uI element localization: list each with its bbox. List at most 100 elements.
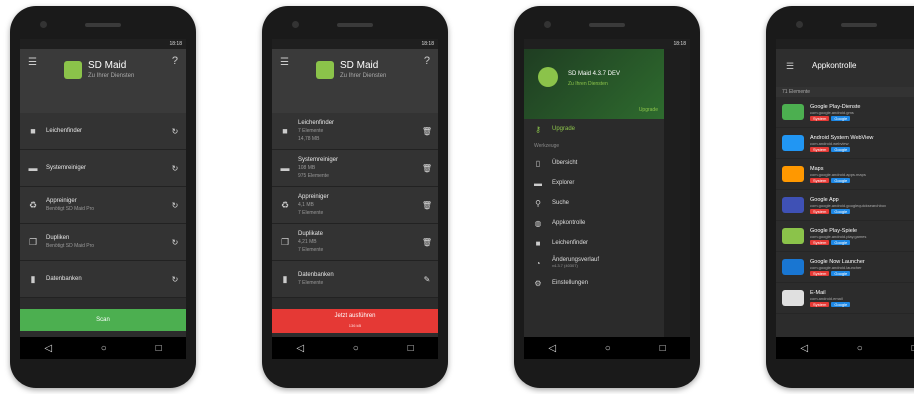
recents-icon[interactable]: □ <box>660 343 666 354</box>
app-package: com.google.android.gms <box>810 109 854 115</box>
app-icon <box>782 259 804 275</box>
search-icon: ⚲ <box>535 198 541 208</box>
refresh-icon[interactable]: ↻ <box>164 201 186 210</box>
speaker <box>337 23 373 27</box>
trash-icon[interactable]: 🗑 <box>416 164 438 173</box>
gear-icon: ⚙ <box>534 278 542 288</box>
app-icon <box>782 290 804 306</box>
app-row[interactable]: Google Play-Dienste com.google.android.gm… <box>776 97 914 128</box>
tag-google: Google <box>831 208 851 214</box>
brush-icon[interactable]: ✎ <box>416 275 438 284</box>
row-label: Appreiniger <box>298 194 329 200</box>
screen: 18:18 ☰ SD Maid Zu Ihrer Diensten ? ■ Le… <box>272 39 438 359</box>
app-list: Google Play-Dienste com.google.android.gm… <box>776 97 914 314</box>
drawer-item-overview[interactable]: ▯ Übersicht <box>524 153 664 173</box>
tag-google: Google <box>831 239 851 245</box>
tool-row-appcleaner[interactable]: ♻ Appreiniger 4,1 MB 7 Elemente 🗑 <box>272 187 438 224</box>
nav-bar: ◁ ○ □ <box>20 337 186 359</box>
tool-row-systemcleaner[interactable]: ▬ Systemreiniger ↻ <box>20 150 186 187</box>
home-icon[interactable]: ○ <box>101 343 107 354</box>
drawer-item-upgrade[interactable]: ⚷ Upgrade <box>524 119 664 139</box>
app-row[interactable]: Android System WebView com.android.webvie… <box>776 128 914 159</box>
back-icon[interactable]: ◁ <box>548 343 556 354</box>
menu-icon[interactable]: ☰ <box>280 57 289 68</box>
duplicate-icon: ❐ <box>28 236 38 247</box>
app-row[interactable]: Maps com.google.android.apps.maps System Go… <box>776 159 914 190</box>
menu-icon[interactable]: ☰ <box>28 57 37 68</box>
app-row[interactable]: Google Now Launcher com.google.android.la… <box>776 252 914 283</box>
app-icon <box>782 166 804 182</box>
app-subtitle: Zu Ihrer Diensten <box>88 73 135 79</box>
menu-icon[interactable]: ☰ <box>786 61 794 72</box>
home-icon[interactable]: ○ <box>605 343 611 354</box>
drawer-item-changelog[interactable]: ◔ Änderungsverlauf v4.3.7 (40307) <box>524 253 664 273</box>
tool-row-databases[interactable]: ▮ Datenbanken 7 Elemente ✎ <box>272 261 438 298</box>
tool-row-corpsefinder[interactable]: ■ Leichenfinder ↻ <box>20 113 186 150</box>
app-package: com.google.android.googlequicksearchbox <box>810 202 887 208</box>
tool-row-duplicates[interactable]: ❐ Duplikate 4,21 MB 7 Elemente 🗑 <box>272 224 438 261</box>
back-icon[interactable]: ◁ <box>44 343 52 354</box>
recents-icon[interactable]: □ <box>156 343 162 354</box>
refresh-icon[interactable]: ↻ <box>164 127 186 136</box>
recents-icon[interactable]: □ <box>408 343 414 354</box>
speaker <box>841 23 877 27</box>
app-icon <box>782 228 804 244</box>
app-row[interactable]: E-Mail com.android.email System Google <box>776 283 914 314</box>
item-count: 71 Elemente <box>776 87 914 97</box>
screen: 18:18 ☰ SD Maid Zu Ihrer Diensten ? ■ Le… <box>20 39 186 359</box>
drawer-item-appcontrol[interactable]: ◍ Appkontrolle <box>524 213 664 233</box>
drawer-item-explorer[interactable]: ▬ Explorer <box>524 173 664 193</box>
app-row[interactable]: Google Play-Spiele com.google.android.pla… <box>776 221 914 252</box>
home-icon[interactable]: ○ <box>353 343 359 354</box>
refresh-icon[interactable]: ↻ <box>164 275 186 284</box>
drawer-item-search[interactable]: ⚲ Suche <box>524 193 664 213</box>
help-icon[interactable]: ? <box>172 55 178 67</box>
app-icon <box>782 104 804 120</box>
tool-row-appcleaner[interactable]: ♻ Appreiniger Benötigt SD Maid Pro ↻ <box>20 187 186 224</box>
phone-icon: ▯ <box>535 158 541 168</box>
tool-row-corpsefinder[interactable]: ■ Leichenfinder 7 Elemente 14,78 MB 🗑 <box>272 113 438 150</box>
speaker <box>589 23 625 27</box>
tag-system: System <box>810 177 830 183</box>
drawer-item-label: Einstellungen <box>552 280 589 286</box>
refresh-icon[interactable]: ↻ <box>164 164 186 173</box>
row-sub: 7 Elemente <box>298 128 324 134</box>
upgrade-badge[interactable]: Upgrade <box>639 107 658 113</box>
tool-row-databases[interactable]: ▮ Datenbanken ↻ <box>20 261 186 298</box>
back-icon[interactable]: ◁ <box>800 343 808 354</box>
back-icon[interactable]: ◁ <box>296 343 304 354</box>
status-bar: 18:18 <box>20 39 186 49</box>
drawer-item-label: Appkontrolle <box>552 220 586 226</box>
tag-google: Google <box>831 115 851 121</box>
app-logo <box>316 61 334 79</box>
row-sub: Benötigt SD Maid Pro <box>46 243 95 249</box>
recycle-icon: ♻ <box>28 199 38 210</box>
trash-icon[interactable]: 🗑 <box>416 238 438 247</box>
help-icon[interactable]: ? <box>424 55 430 67</box>
nav-bar: ◁ ○ □ <box>524 337 690 359</box>
drawer-item-corpsefinder[interactable]: ■ Leichenfinder <box>524 233 664 253</box>
row-label: Leichenfinder <box>298 120 335 126</box>
tool-row-duplicates[interactable]: ❐ Dupliken Benötigt SD Maid Pro ↻ <box>20 224 186 261</box>
app-package: com.google.android.apps.maps <box>810 171 866 177</box>
scan-button[interactable]: Scan <box>20 309 186 331</box>
app-name: SD Maid <box>88 60 127 71</box>
drawer-item-settings[interactable]: ⚙ Einstellungen <box>524 273 664 293</box>
run-now-button[interactable]: Jetzt ausführen 136 kB <box>272 309 438 333</box>
app-row[interactable]: Google App com.google.android.googlequick… <box>776 190 914 221</box>
trash-icon[interactable]: 🗑 <box>416 127 438 136</box>
run-now-label: Jetzt ausführen <box>334 313 376 319</box>
status-bar: 18:18 <box>272 39 438 49</box>
row-sub: 4,21 MB <box>298 239 317 245</box>
status-bar: 18:18 <box>776 39 914 49</box>
tool-row-systemcleaner[interactable]: ▬ Systemreiniger 108 MB 975 Elemente 🗑 <box>272 150 438 187</box>
home-icon[interactable]: ○ <box>857 343 863 354</box>
drawer-item-label: Explorer <box>552 180 575 186</box>
camera <box>544 21 551 28</box>
row-sub: 14,78 MB <box>298 136 320 142</box>
tag-google: Google <box>831 301 851 307</box>
status-bar: 18:18 <box>524 39 690 49</box>
drawer-item-sub: v4.3.7 (40307) <box>552 263 578 268</box>
trash-icon[interactable]: 🗑 <box>416 201 438 210</box>
refresh-icon[interactable]: ↻ <box>164 238 186 247</box>
